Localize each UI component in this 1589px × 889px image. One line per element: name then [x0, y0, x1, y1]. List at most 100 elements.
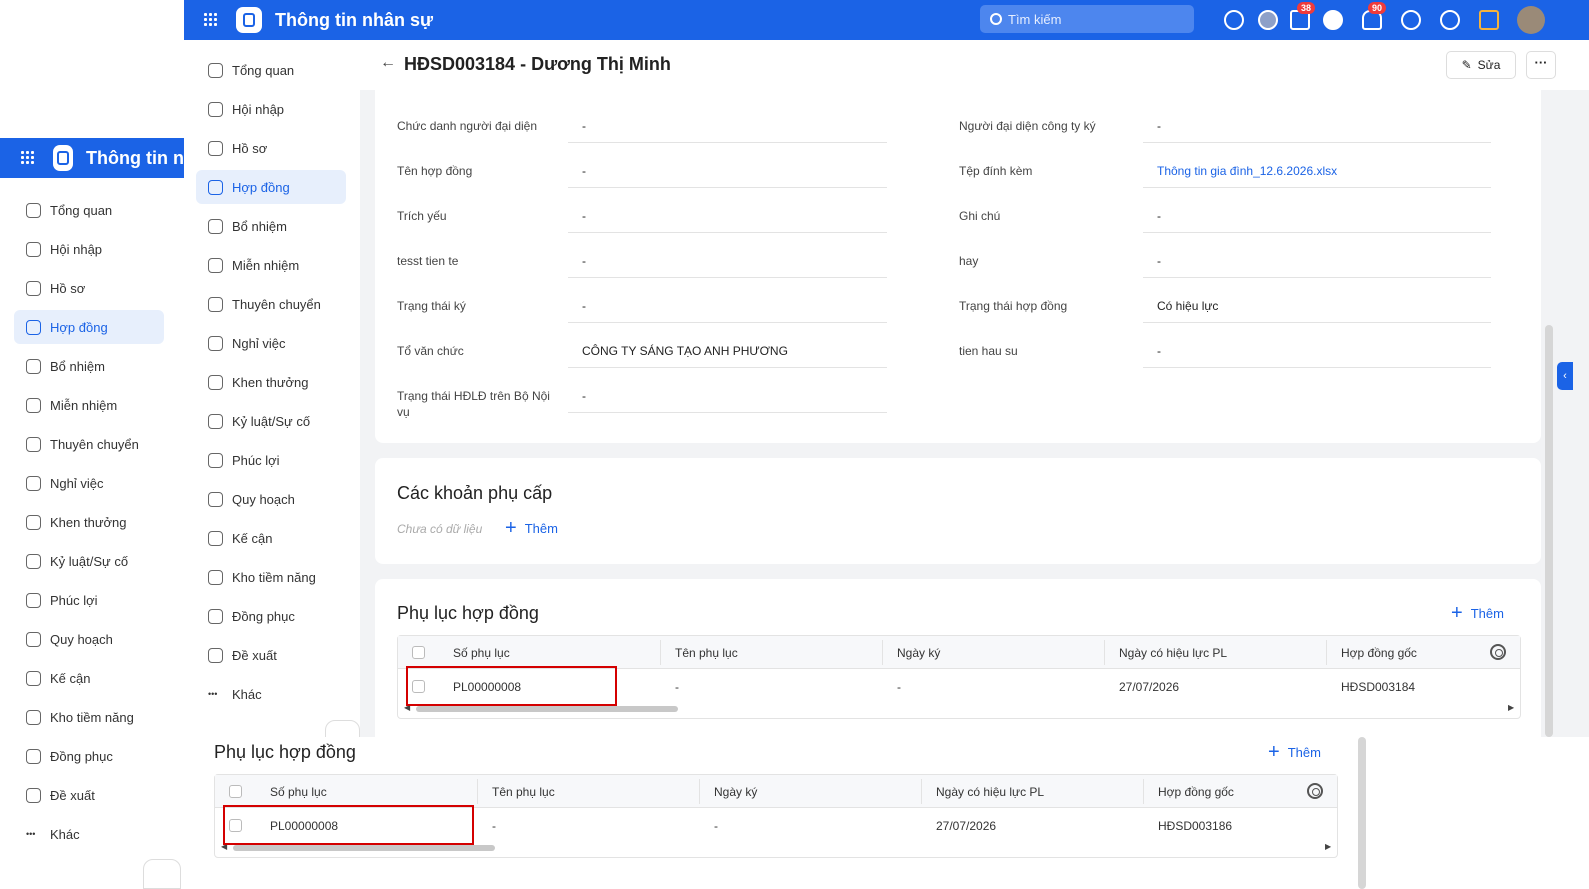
- sidebar-item[interactable]: Phúc lợi: [196, 443, 346, 477]
- sidebar-item[interactable]: Bổ nhiệm: [196, 209, 346, 243]
- sidebar-item[interactable]: Khen thưởng: [196, 365, 346, 399]
- sidebar-item-label: Phúc lợi: [50, 592, 98, 608]
- gift-icon[interactable]: [1479, 10, 1499, 30]
- sidebar-item[interactable]: Kế cận: [196, 521, 346, 555]
- nav-icon: [208, 452, 223, 468]
- sidebar-item[interactable]: Kỷ luật/Sự cố: [196, 404, 346, 438]
- sidebar-item-label: Khác: [232, 686, 262, 702]
- nav-icon: [26, 319, 41, 335]
- sidebar-item[interactable]: Đồng phục: [14, 739, 164, 773]
- sidebar-item[interactable]: Bổ nhiệm: [14, 349, 164, 383]
- column-header[interactable]: Hợp đồng gốc: [1158, 785, 1234, 799]
- select-all-checkbox[interactable]: [412, 646, 425, 659]
- column-divider: [699, 779, 700, 804]
- horizontal-scrollbar[interactable]: [416, 706, 678, 712]
- sidebar-item[interactable]: Quy hoạch: [196, 482, 346, 516]
- sidebar-item[interactable]: Quy hoạch: [14, 622, 164, 656]
- chat-icon[interactable]: [1323, 10, 1343, 30]
- user-avatar[interactable]: [1517, 6, 1545, 34]
- sidebar-item[interactable]: Miễn nhiệm: [14, 388, 164, 422]
- column-header[interactable]: Ngày ký: [714, 785, 757, 799]
- sidebar-item[interactable]: Thuyên chuyển: [14, 427, 164, 461]
- apps-grid-icon[interactable]: [21, 151, 35, 165]
- column-header[interactable]: Tên phụ lục: [675, 646, 738, 660]
- field-value: CÔNG TY SÁNG TẠO ANH PHƯƠNG: [568, 332, 887, 368]
- column-divider: [921, 779, 922, 804]
- search-input[interactable]: Tìm kiếm: [980, 5, 1194, 33]
- horizontal-scrollbar[interactable]: [233, 845, 495, 851]
- back-arrow-icon[interactable]: ←: [380, 54, 396, 72]
- gear-icon[interactable]: [1490, 644, 1506, 660]
- column-header[interactable]: Ngày có hiệu lực PL: [936, 785, 1044, 799]
- column-header[interactable]: Ngày ký: [897, 646, 940, 660]
- sidebar-item[interactable]: Hợp đồng: [196, 170, 346, 204]
- sidebar-item[interactable]: Thuyên chuyển: [196, 287, 346, 321]
- sidebar-item-label: Đồng phục: [50, 748, 113, 764]
- nav-icon: [26, 787, 41, 803]
- scroll-right-icon[interactable]: ▶: [1508, 703, 1514, 712]
- sidebar-item-label: Nghỉ việc: [50, 475, 104, 491]
- table-cell: -: [714, 819, 718, 833]
- sidebar-item[interactable]: Phúc lợi: [14, 583, 164, 617]
- column-header[interactable]: Ngày có hiệu lực PL: [1119, 646, 1227, 660]
- appendix-table: Số phụ lục Tên phụ lục Ngày ký Ngày có hiệu…: [397, 635, 1521, 719]
- nav-icon: [208, 413, 223, 429]
- page-title: HĐSD003184 - Dương Thị Minh: [404, 54, 671, 74]
- field-value: Có hiệu lực: [1143, 287, 1491, 323]
- column-divider: [1143, 779, 1144, 804]
- nav-icon: [26, 241, 41, 257]
- sidebar-item[interactable]: Hội nhập: [14, 232, 164, 266]
- appendix-add-button[interactable]: + Thêm: [1451, 603, 1504, 623]
- sidebar-item[interactable]: Kho tiềm năng: [196, 560, 346, 594]
- side-panel-toggle[interactable]: ‹: [1557, 362, 1573, 390]
- column-header[interactable]: Số phụ lục: [270, 785, 327, 799]
- field-label: Người đại diện công ty ký: [959, 119, 1096, 133]
- more-button[interactable]: ···: [1526, 51, 1556, 79]
- field-value[interactable]: Thông tin gia đình_12.6.2026.xlsx: [1143, 152, 1491, 188]
- column-header[interactable]: Tên phụ lục: [492, 785, 555, 799]
- gear-icon[interactable]: [1307, 783, 1323, 799]
- sidebar-item[interactable]: Hợp đồng: [14, 310, 164, 344]
- sidebar-collapse-button[interactable]: [143, 859, 181, 889]
- field-value: -: [568, 287, 887, 323]
- sidebar-item[interactable]: Tổng quan: [196, 53, 346, 87]
- sidebar-item[interactable]: Hội nhập: [196, 92, 346, 126]
- sidebar-item[interactable]: Kho tiềm năng: [14, 700, 164, 734]
- sidebar-item[interactable]: ••• Khác: [14, 817, 164, 851]
- sidebar-item-label: Tổng quan: [232, 62, 295, 78]
- settings-icon[interactable]: [1224, 10, 1244, 30]
- apps-grid-icon[interactable]: [204, 13, 218, 27]
- nav-icon: [26, 592, 41, 608]
- sidebar-item[interactable]: ••• Khác: [196, 677, 346, 711]
- column-header[interactable]: Số phụ lục: [453, 646, 510, 660]
- group-avatar-icon[interactable]: [1258, 10, 1278, 30]
- field-value: -: [568, 107, 887, 143]
- allowance-add-button[interactable]: + Thêm: [505, 518, 558, 538]
- sidebar-item-label: Kỷ luật/Sự cố: [50, 553, 129, 569]
- sidebar-item[interactable]: Nghỉ việc: [14, 466, 164, 500]
- column-divider: [660, 640, 661, 665]
- sidebar-item-label: Kỷ luật/Sự cố: [232, 413, 311, 429]
- sidebar-item[interactable]: Đề xuất: [196, 638, 346, 672]
- sidebar-item[interactable]: Kế cận: [14, 661, 164, 695]
- select-all-checkbox[interactable]: [229, 785, 242, 798]
- overlay-top-bar: Thông tin n: [0, 138, 184, 178]
- appendix-add-button-2[interactable]: + Thêm: [1268, 742, 1321, 762]
- sidebar-item[interactable]: Kỷ luật/Sự cố: [14, 544, 164, 578]
- column-header[interactable]: Hợp đồng gốc: [1341, 646, 1417, 660]
- more-circle-icon[interactable]: [1440, 10, 1460, 30]
- sidebar-item[interactable]: Đồng phục: [196, 599, 346, 633]
- sidebar-item[interactable]: Khen thưởng: [14, 505, 164, 539]
- scroll-right-icon[interactable]: ▶: [1325, 842, 1331, 851]
- sidebar-item[interactable]: Hồ sơ: [196, 131, 346, 165]
- help-icon[interactable]: [1401, 10, 1421, 30]
- vertical-scrollbar[interactable]: [1358, 737, 1366, 889]
- sidebar-item[interactable]: Hồ sơ: [14, 271, 164, 305]
- sidebar-item[interactable]: Đề xuất: [14, 778, 164, 812]
- sidebar-item[interactable]: Nghỉ việc: [196, 326, 346, 360]
- sidebar-item[interactable]: Miễn nhiệm: [196, 248, 346, 282]
- edit-button[interactable]: ✎ Sửa: [1446, 51, 1516, 79]
- sidebar-item[interactable]: Tổng quan: [14, 193, 164, 227]
- nav-icon: [208, 569, 223, 585]
- vertical-scrollbar[interactable]: [1545, 325, 1553, 737]
